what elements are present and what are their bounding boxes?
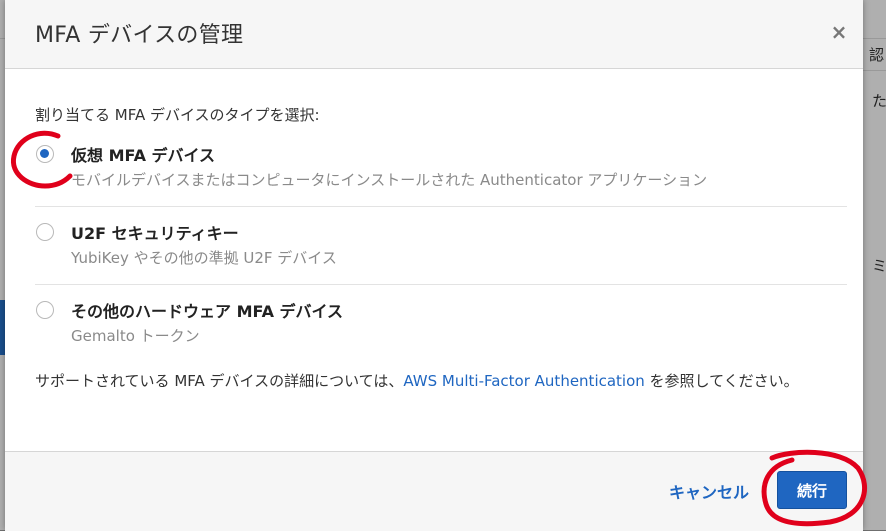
dialog-header: MFA デバイスの管理 ×	[5, 0, 863, 69]
cancel-button[interactable]: キャンセル	[669, 479, 749, 503]
option-title: U2F セキュリティキー	[71, 224, 239, 243]
option-description: Gemalto トークン	[71, 327, 200, 345]
option-title: 仮想 MFA デバイス	[71, 146, 216, 165]
device-type-prompt: 割り当てる MFA デバイスのタイプを選択:	[35, 106, 320, 124]
dialog-footer: キャンセル 続行	[5, 451, 863, 531]
option-title: その他のハードウェア MFA デバイス	[71, 302, 344, 321]
option-description: モバイルデバイスまたはコンピュータにインストールされた Authenticato…	[71, 171, 708, 189]
close-icon[interactable]: ×	[827, 20, 851, 44]
background-text-fragment: た	[872, 92, 886, 110]
continue-button[interactable]: 続行	[777, 471, 847, 509]
background-text-fragment: 認	[869, 46, 885, 64]
option-hardware-mfa[interactable]: その他のハードウェア MFA デバイス Gemalto トークン	[35, 296, 847, 352]
info-suffix: を参照してください。	[644, 372, 799, 390]
option-u2f-key[interactable]: U2F セキュリティキー YubiKey やその他の準拠 U2F デバイス	[35, 218, 847, 285]
radio-u2f-key[interactable]	[36, 223, 54, 241]
info-text: サポートされている MFA デバイスの詳細については、AWS Multi-Fac…	[35, 368, 835, 395]
aws-mfa-link[interactable]: AWS Multi-Factor Authentication	[403, 372, 644, 390]
info-prefix: サポートされている MFA デバイスの詳細については、	[35, 372, 404, 390]
radio-hardware-mfa[interactable]	[36, 301, 54, 319]
radio-virtual-mfa[interactable]	[36, 145, 54, 163]
background-divider	[863, 38, 886, 39]
background-text-fragment: ミ	[872, 257, 886, 275]
option-virtual-mfa[interactable]: 仮想 MFA デバイス モバイルデバイスまたはコンピュータにインストールされた …	[35, 140, 847, 207]
dialog-title: MFA デバイスの管理	[35, 23, 244, 48]
option-description: YubiKey やその他の準拠 U2F デバイス	[71, 249, 337, 267]
mfa-device-dialog: MFA デバイスの管理 × 割り当てる MFA デバイスのタイプを選択: 仮想 …	[5, 0, 863, 531]
background-divider	[863, 70, 886, 71]
